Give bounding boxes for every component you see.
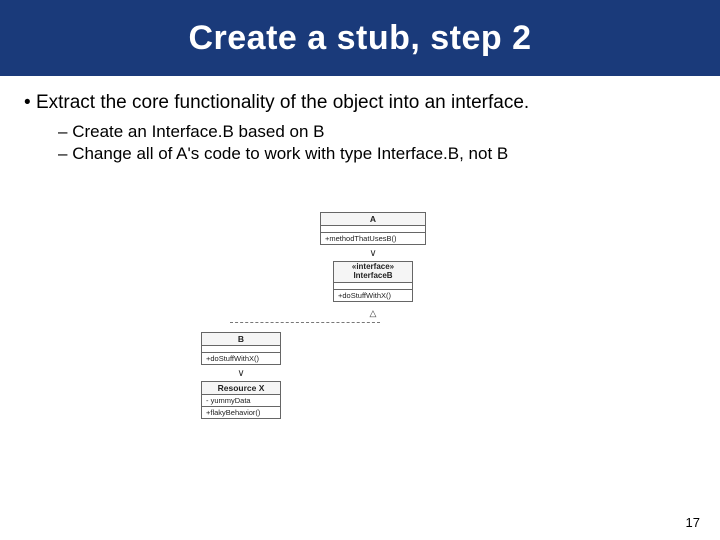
uml-interface-b: «interface» InterfaceB +doStuffWithX() — [333, 261, 413, 302]
uml-a-title: A — [321, 213, 425, 226]
uml-resource-x: Resource X - yummyData +flakyBehavior() — [201, 381, 281, 419]
uml-b-method: +doStuffWithX() — [202, 353, 280, 364]
content-area: Extract the core functionality of the ob… — [0, 76, 720, 164]
slide-title: Create a stub, step 2 — [188, 19, 531, 58]
uml-class-a: A +methodThatUsesB() — [320, 212, 426, 245]
uml-a-empty — [321, 226, 425, 233]
sub-bullet-list: Create an Interface.B based on B Change … — [24, 122, 696, 164]
arrow-a-to-iface: ∨ — [367, 248, 379, 259]
dashed-realization-line — [230, 322, 380, 323]
bullet-main: Extract the core functionality of the ob… — [24, 92, 696, 114]
uml-iface-method: +doStuffWithX() — [334, 290, 412, 301]
uml-b-title: B — [202, 333, 280, 346]
uml-diagram: A +methodThatUsesB() ∨ «interface» Inter… — [0, 212, 720, 492]
arrow-b-to-x: ∨ — [235, 368, 247, 379]
uml-a-method: +methodThatUsesB() — [321, 233, 425, 244]
uml-x-row2: +flakyBehavior() — [202, 407, 280, 418]
sub-bullet-1: Create an Interface.B based on B — [58, 122, 696, 142]
slide: Create a stub, step 2 Extract the core f… — [0, 0, 720, 540]
title-band: Create a stub, step 2 — [0, 0, 720, 76]
sub-bullet-2: Change all of A's code to work with type… — [58, 144, 696, 164]
page-number: 17 — [686, 515, 700, 530]
uml-class-b: B +doStuffWithX() — [201, 332, 281, 365]
arrow-iface-gen: △ — [367, 308, 379, 319]
uml-iface-name: InterfaceB — [338, 272, 408, 281]
uml-x-title: Resource X — [202, 382, 280, 395]
uml-b-empty — [202, 346, 280, 353]
uml-x-row1: - yummyData — [202, 395, 280, 407]
uml-iface-empty — [334, 283, 412, 290]
uml-iface-header: «interface» InterfaceB — [334, 262, 412, 283]
